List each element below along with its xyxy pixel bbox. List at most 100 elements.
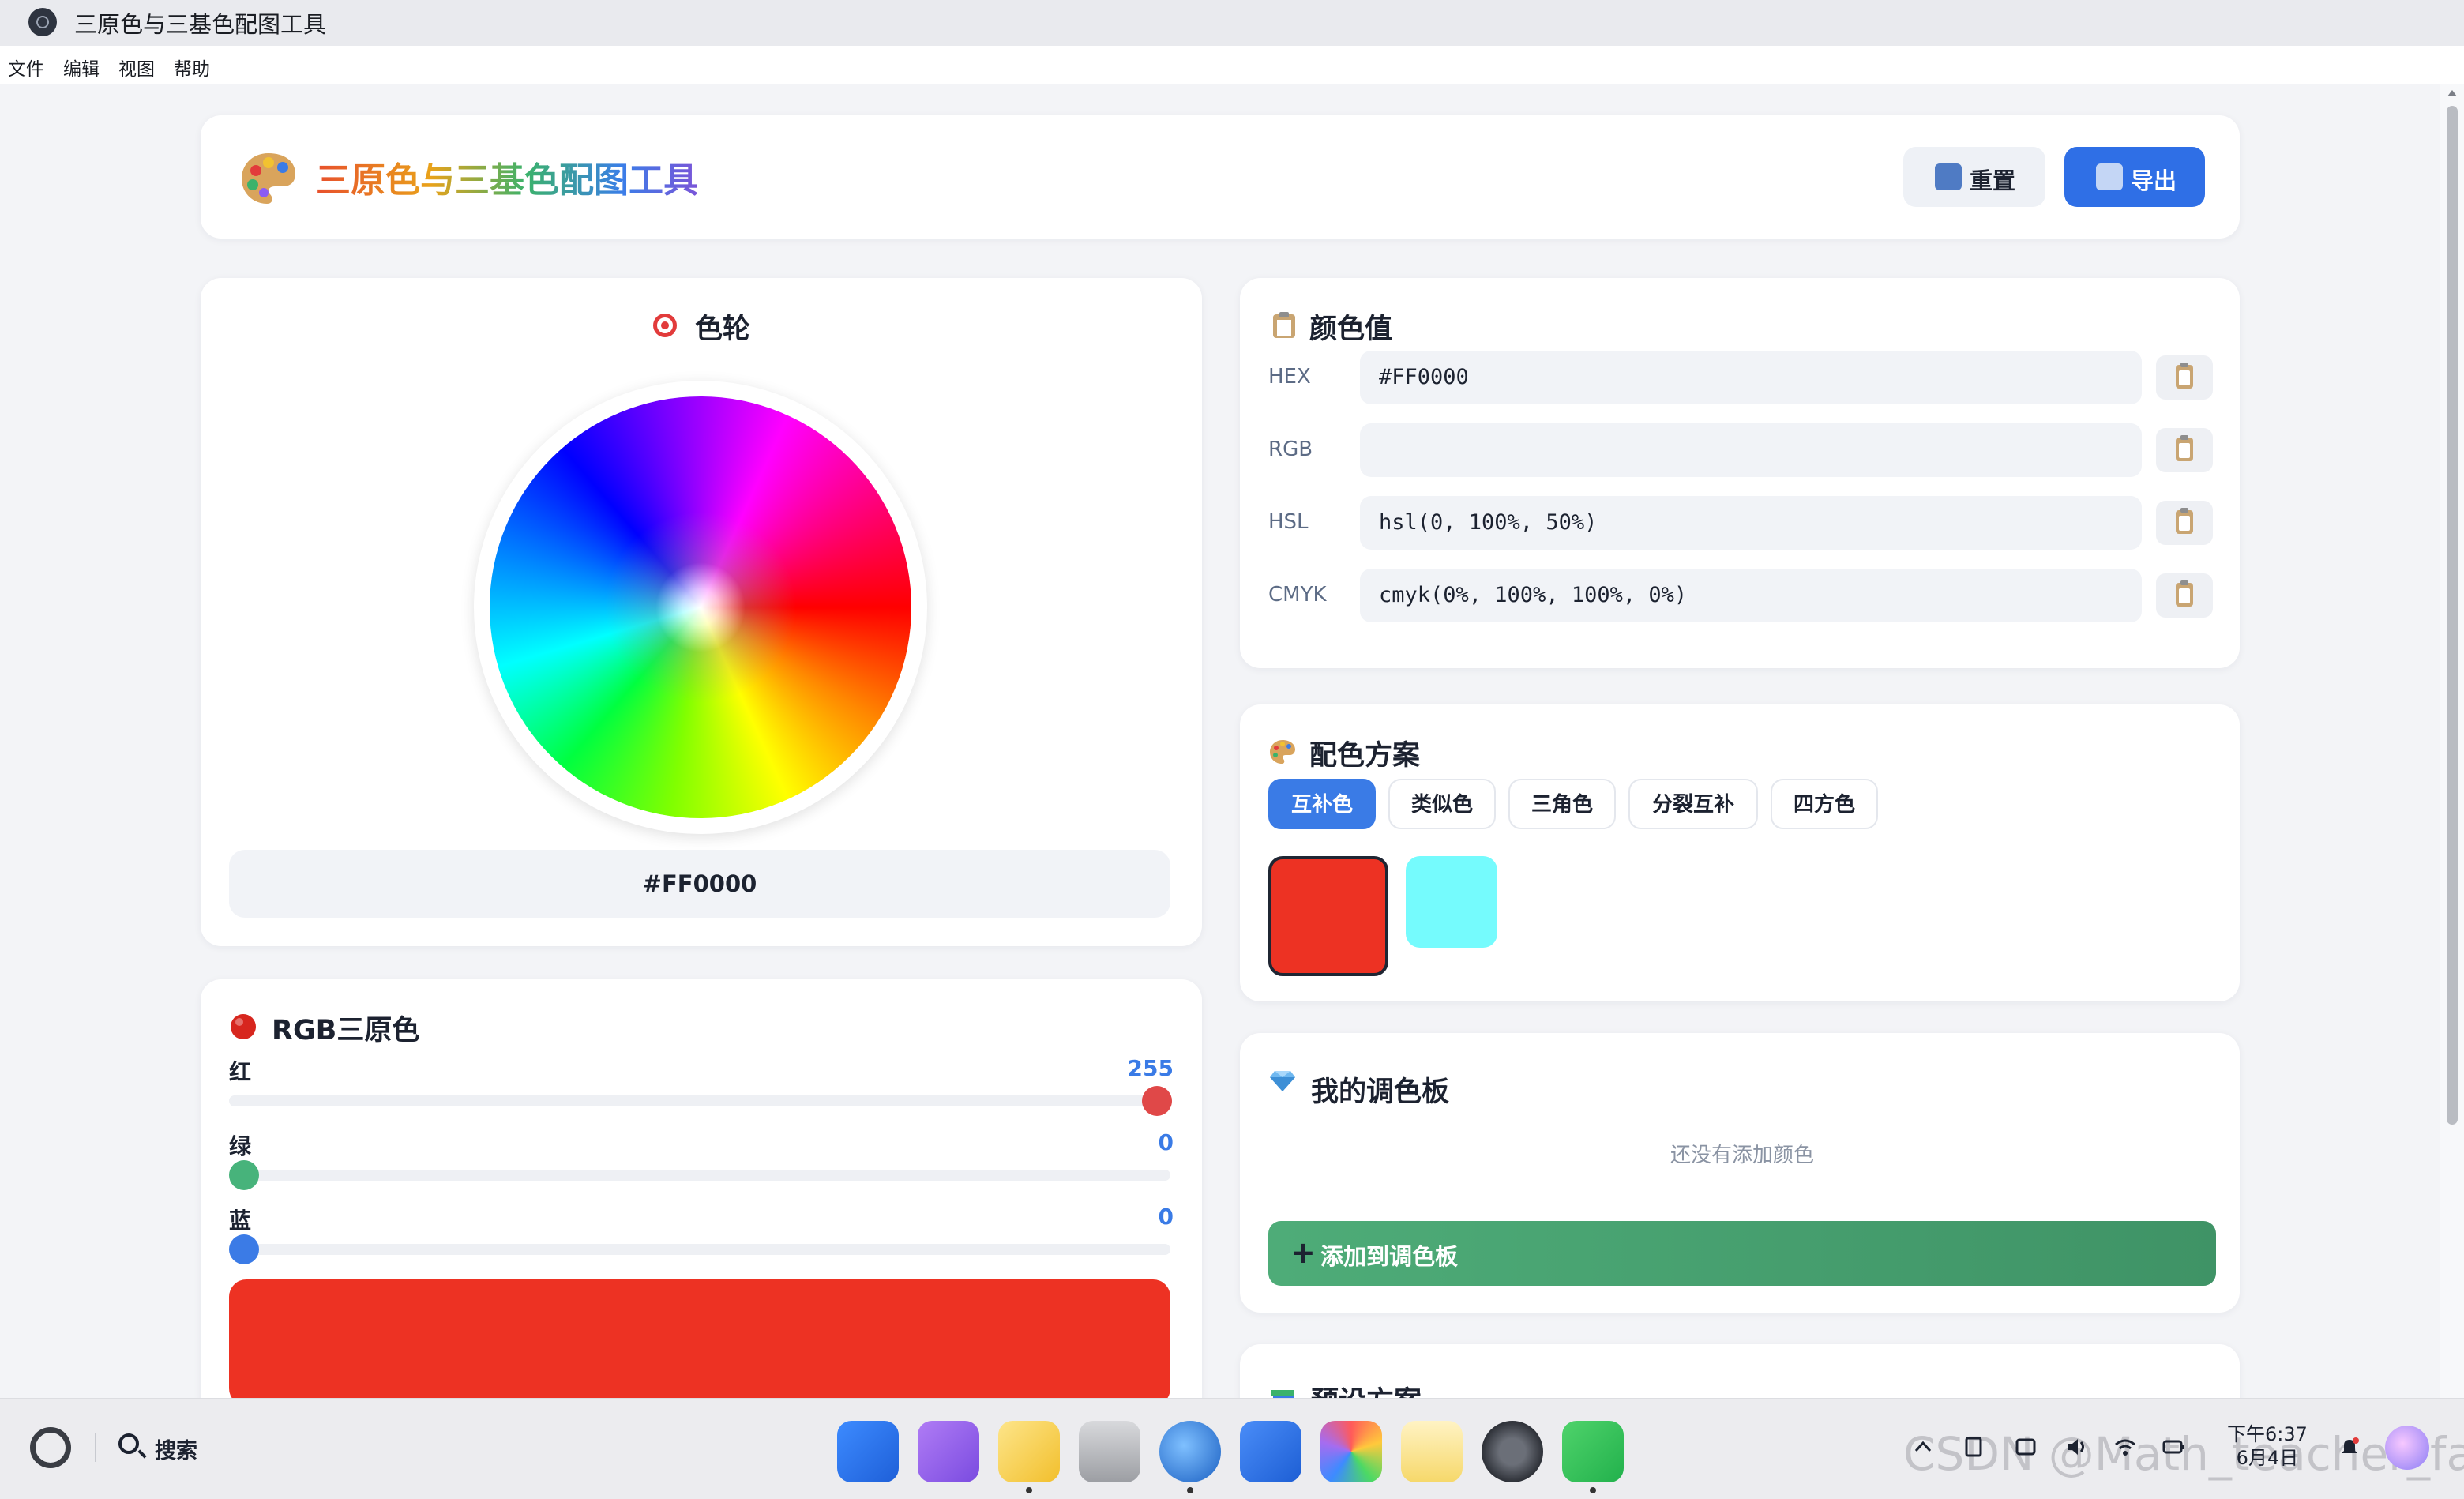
photos-icon[interactable] <box>1320 1421 1382 1482</box>
clock-time: 下午6:37 <box>2227 1423 2308 1445</box>
reset-label: 重置 <box>1970 167 2016 194</box>
hsl-label: HSL <box>1268 510 1309 534</box>
green-slider[interactable] <box>229 1170 1170 1181</box>
tray-chevron-icon[interactable] <box>1911 1435 1935 1459</box>
palette-empty-message: 还没有添加颜色 <box>1670 1144 1814 1167</box>
running-indicator <box>1187 1487 1193 1493</box>
settings-icon[interactable] <box>1482 1421 1543 1482</box>
window-titlebar: 三原色与三基色配图工具 <box>0 0 2464 47</box>
copy-rgb-button[interactable] <box>2156 428 2213 472</box>
cmyk-label: CMYK <box>1268 583 1327 607</box>
scroll-thumb[interactable] <box>2447 106 2458 1125</box>
clipboard-icon <box>2176 363 2193 389</box>
cmyk-field[interactable]: cmyk(0%, 100%, 100%, 0%) <box>1360 569 2142 622</box>
assistant-avatar[interactable] <box>2385 1426 2429 1470</box>
header-card: 三原色与三基色配图工具 重置 导出 <box>201 115 2240 239</box>
color-wheel[interactable] <box>490 396 911 818</box>
wheel-title: 色轮 <box>695 314 751 345</box>
copy-hsl-button[interactable] <box>2156 501 2213 545</box>
notes-icon[interactable] <box>1401 1421 1463 1482</box>
green-label: 绿 <box>229 1133 252 1159</box>
launcher-icon[interactable] <box>837 1421 899 1482</box>
menu-view[interactable]: 视图 <box>118 54 155 81</box>
export-tray-icon <box>2096 163 2123 190</box>
search-icon[interactable] <box>118 1433 139 1454</box>
export-button[interactable]: 导出 <box>2064 147 2205 207</box>
scheme-swatch-complement[interactable] <box>1406 856 1497 948</box>
tab-split-complementary[interactable]: 分裂互补 <box>1628 779 1758 829</box>
scheme-swatch-primary[interactable] <box>1268 856 1388 976</box>
red-slider-handle[interactable] <box>1142 1086 1172 1116</box>
hex-field[interactable]: #FF0000 <box>1360 351 2142 404</box>
multitask-icon[interactable] <box>918 1421 979 1482</box>
start-button[interactable] <box>30 1427 71 1468</box>
hsl-field[interactable]: hsl(0, 100%, 50%) <box>1360 496 2142 550</box>
tab-analogous[interactable]: 类似色 <box>1388 779 1496 829</box>
tab-tetradic[interactable]: 四方色 <box>1771 779 1878 829</box>
clock-date: 6月4日 <box>2236 1447 2299 1469</box>
clipboard-icon <box>2176 580 2193 607</box>
color-wheel-card: 色轮 #FF0000 <box>201 278 1202 946</box>
add-to-palette-button[interactable]: + 添加到调色板 <box>1268 1221 2216 1286</box>
menu-edit[interactable]: 编辑 <box>63 54 100 81</box>
clipboard-tray-icon[interactable] <box>1962 1435 1985 1459</box>
trash-icon[interactable] <box>1079 1421 1140 1482</box>
palette-icon <box>242 153 295 204</box>
menu-help[interactable]: 帮助 <box>174 54 210 81</box>
wheel-hex-display: #FF0000 <box>229 850 1170 918</box>
files-icon[interactable] <box>998 1421 1060 1482</box>
browser-icon[interactable] <box>1159 1421 1221 1482</box>
refresh-icon <box>1935 163 1962 190</box>
blue-slider[interactable] <box>229 1244 1170 1255</box>
rgb-title: RGB三原色 <box>272 1015 420 1046</box>
my-palette-card: 我的调色板 还没有添加颜色 + 添加到调色板 <box>1240 1033 2240 1313</box>
reset-button[interactable]: 重置 <box>1903 147 2045 207</box>
menu-bar: 文件 编辑 视图 帮助 <box>0 46 2464 84</box>
add-to-palette-label: 添加到调色板 <box>1320 1243 1459 1270</box>
clipboard-icon <box>1273 312 1295 338</box>
battery-icon[interactable] <box>2162 1435 2186 1459</box>
red-slider[interactable] <box>229 1095 1170 1106</box>
tab-triadic[interactable]: 三角色 <box>1508 779 1616 829</box>
rgb-card: RGB三原色 红 255 绿 0 蓝 0 <box>201 979 1202 1422</box>
volume-icon[interactable] <box>2064 1435 2088 1459</box>
clipboard-icon <box>2176 435 2193 461</box>
scroll-up-icon[interactable] <box>2447 90 2457 96</box>
red-value: 255 <box>1127 1055 1174 1081</box>
taskbar: 搜索 CSDN @Math_teacher_fan 下午6:37 6月4日 <box>0 1398 2464 1499</box>
taskbar-search-label[interactable]: 搜索 <box>155 1433 197 1464</box>
target-icon <box>653 314 677 337</box>
blue-value: 0 <box>1158 1204 1174 1230</box>
wifi-icon[interactable] <box>2113 1435 2137 1459</box>
taskbar-divider <box>95 1433 96 1462</box>
plus-icon: + <box>1290 1235 1316 1270</box>
mail-icon[interactable] <box>1240 1421 1301 1482</box>
rgb-field[interactable] <box>1360 423 2142 477</box>
system-clock[interactable]: 下午6:37 6月4日 <box>2227 1422 2308 1470</box>
red-label: 红 <box>229 1059 252 1085</box>
gem-icon <box>1270 1071 1295 1091</box>
green-slider-handle[interactable] <box>229 1160 259 1190</box>
notification-bell-icon[interactable] <box>2338 1435 2361 1459</box>
blue-slider-handle[interactable] <box>229 1234 259 1264</box>
wechat-icon[interactable] <box>1562 1421 1624 1482</box>
copy-cmyk-button[interactable] <box>2156 573 2213 618</box>
tab-complementary[interactable]: 互补色 <box>1268 779 1376 829</box>
input-method-icon[interactable] <box>2014 1435 2038 1459</box>
vertical-scrollbar[interactable] <box>2440 84 2464 1398</box>
clipboard-icon <box>2176 508 2193 534</box>
rgb-label: RGB <box>1268 438 1313 461</box>
green-value: 0 <box>1158 1129 1174 1155</box>
color-values-card: 颜色值 HEX #FF0000 RGB HSL hsl(0, 100%, 50%… <box>1240 278 2240 668</box>
palette-title: 我的调色板 <box>1311 1076 1450 1108</box>
copy-hex-button[interactable] <box>2156 355 2213 400</box>
menu-file[interactable]: 文件 <box>8 54 44 81</box>
color-wheel-frame <box>474 381 927 834</box>
color-scheme-card: 配色方案 互补色 类似色 三角色 分裂互补 四方色 <box>1240 704 2240 1001</box>
red-circle-icon <box>231 1014 256 1039</box>
palette-icon <box>1270 740 1295 764</box>
page-title: 三原色与三基色配图工具 <box>316 152 698 202</box>
rgb-preview-swatch <box>229 1279 1170 1406</box>
running-indicator <box>1590 1487 1596 1493</box>
blue-label: 蓝 <box>229 1208 252 1234</box>
